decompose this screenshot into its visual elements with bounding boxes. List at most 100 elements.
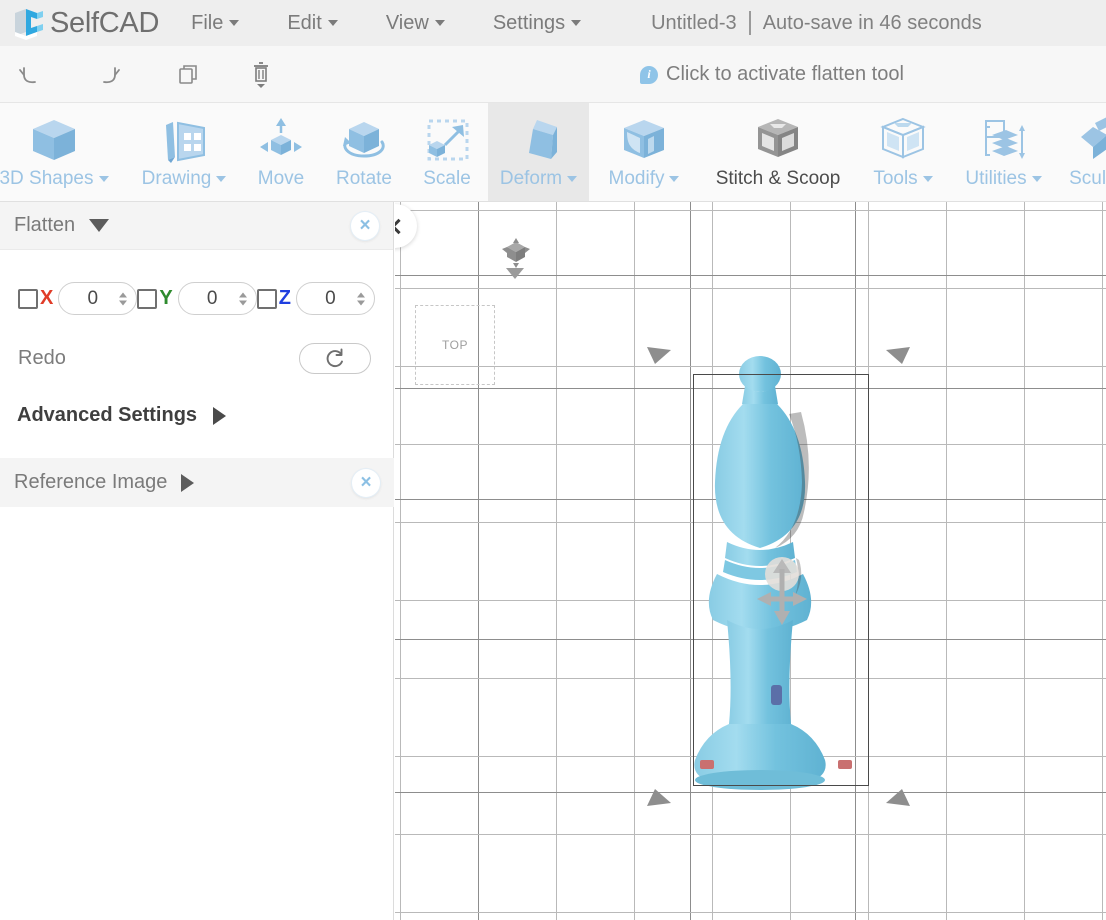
axis-group-z: Z 0 <box>256 282 375 315</box>
move-icon <box>255 112 307 168</box>
rotate-icon <box>338 112 390 168</box>
utilities-icon <box>978 112 1030 168</box>
menu-edit[interactable]: Edit <box>277 12 347 35</box>
stepper-up-icon[interactable] <box>119 292 128 297</box>
ribbon-tab-deform[interactable]: Deform <box>488 103 589 201</box>
ribbon-tab-move[interactable]: Move <box>243 103 319 201</box>
triangle-right-icon[interactable] <box>181 473 195 492</box>
quick-action-toolbar: i Click to activate flatten tool <box>0 46 1106 103</box>
triangle-down-icon[interactable] <box>89 219 110 232</box>
flatten-close-button[interactable]: × <box>351 211 379 240</box>
scale-handle-depth[interactable] <box>771 685 782 705</box>
rotate-handle-bottom-right[interactable] <box>882 785 916 811</box>
scale-handle-left[interactable] <box>700 760 714 769</box>
ribbon-tab-drawing[interactable]: Drawing <box>125 103 243 201</box>
menu-settings[interactable]: Settings <box>483 12 591 35</box>
ribbon-tab-scale[interactable]: Scale <box>408 103 486 201</box>
axis-z-stepper[interactable] <box>356 292 365 305</box>
copy-button[interactable] <box>163 56 215 94</box>
axis-group-y: Y 0 <box>137 282 257 315</box>
stepper-up-icon[interactable] <box>356 292 365 297</box>
delete-button[interactable] <box>235 56 287 94</box>
rotate-handle-top-right[interactable] <box>882 342 916 368</box>
chevron-down-icon <box>98 176 109 182</box>
ribbon-tab-rotate-label: Rotate <box>336 168 392 189</box>
brand-name: SelfCAD <box>50 6 160 39</box>
close-icon: × <box>360 472 372 493</box>
chevron-down-icon <box>571 20 582 26</box>
flatten-axis-row: X 0 Y 0 Z 0 <box>0 250 393 315</box>
ribbon-tab-sculpt-label: Sculpt <box>1069 168 1106 189</box>
menu-view[interactable]: View <box>376 12 455 35</box>
stitch-icon <box>752 112 804 168</box>
selfcad-application: SelfCAD File Edit View Settings Untitled… <box>0 0 1106 920</box>
ribbon-tab-scale-label: Scale <box>423 168 471 189</box>
axis-x-label: X <box>40 287 54 309</box>
stepper-down-icon[interactable] <box>356 300 365 305</box>
ribbon-tab-sculpt[interactable]: Sculpt <box>1058 103 1106 201</box>
redo-button[interactable] <box>83 56 135 94</box>
ribbon-tab-move-label: Move <box>257 168 305 189</box>
ribbon-tab-utilities-label: Utilities <box>965 168 1042 190</box>
autosave-status: Auto-save in 46 seconds <box>762 11 982 34</box>
ribbon-tab-modify-label: Modify <box>609 168 680 190</box>
reference-image-title: Reference Image <box>14 471 168 493</box>
axis-z-input[interactable]: 0 <box>295 282 375 315</box>
chevron-down-icon <box>922 176 933 182</box>
axis-x-checkbox[interactable] <box>18 288 38 309</box>
redo-icon <box>103 67 120 84</box>
ribbon-tab-3d-shapes[interactable]: 3D Shapes <box>0 103 118 201</box>
axis-y-checkbox[interactable] <box>137 288 158 309</box>
deform-icon <box>513 112 565 168</box>
stepper-down-icon[interactable] <box>238 300 247 305</box>
axis-x-stepper[interactable] <box>119 292 128 305</box>
menu-file-label: File <box>191 11 224 34</box>
title-divider <box>748 11 751 35</box>
refresh-icon <box>326 348 343 367</box>
axis-y-input[interactable]: 0 <box>177 282 257 315</box>
ribbon-tab-stitch-scoop[interactable]: Stitch & Scoop <box>700 103 856 201</box>
close-icon: × <box>359 215 371 236</box>
ribbon-toolbar: 3D Shapes Drawing Move Rotate Scale Defo… <box>0 103 1106 202</box>
ribbon-tab-tools-label: Tools <box>873 168 933 190</box>
scale-icon <box>421 112 473 168</box>
stepper-down-icon[interactable] <box>119 300 128 305</box>
flatten-panel-header[interactable]: Flatten × <box>0 202 393 250</box>
chevron-down-icon <box>669 176 680 182</box>
brand-logo[interactable]: SelfCAD <box>0 6 159 40</box>
chevron-down-icon <box>567 176 578 182</box>
axis-x-input[interactable]: 0 <box>58 282 138 315</box>
redo-action-button[interactable] <box>299 343 371 374</box>
document-title: Untitled-3 <box>651 11 737 34</box>
top-view-plane[interactable]: TOP <box>415 305 495 385</box>
selfcad-logo-icon <box>12 6 46 40</box>
ribbon-tab-stitch-scoop-label: Stitch & Scoop <box>715 168 841 189</box>
advanced-settings-label: Advanced Settings <box>17 404 198 426</box>
advanced-settings-toggle[interactable]: Advanced Settings <box>0 374 393 427</box>
reference-image-close-button[interactable]: × <box>352 468 380 497</box>
triangle-right-icon <box>213 406 227 425</box>
axis-z-checkbox[interactable] <box>256 288 277 309</box>
undo-button[interactable] <box>4 56 56 94</box>
axis-y-label: Y <box>159 287 173 309</box>
3d-viewport[interactable]: TOP <box>395 202 1106 920</box>
trash-icon <box>254 62 268 88</box>
rotate-handle-bottom-left[interactable] <box>641 785 675 811</box>
tool-hint-text: Click to activate flatten tool <box>666 63 904 85</box>
ribbon-tab-rotate[interactable]: Rotate <box>322 103 406 201</box>
ribbon-tab-modify[interactable]: Modify <box>592 103 696 201</box>
selection-bounding-box <box>693 374 869 786</box>
axis-z-label: Z <box>278 287 291 309</box>
reference-image-panel-header[interactable]: Reference Image × <box>0 458 394 507</box>
info-icon: i <box>640 65 658 84</box>
axis-y-stepper[interactable] <box>238 292 247 305</box>
stepper-up-icon[interactable] <box>238 292 247 297</box>
ribbon-tab-3d-shapes-label: 3D Shapes <box>0 168 109 190</box>
menu-file[interactable]: File <box>181 12 249 35</box>
view-cube-dropdown-icon[interactable] <box>506 268 524 279</box>
rotate-handle-top-left[interactable] <box>641 342 675 368</box>
ribbon-tab-utilities[interactable]: Utilities <box>950 103 1057 201</box>
scale-handle-right[interactable] <box>838 760 852 769</box>
ribbon-tab-tools[interactable]: Tools <box>858 103 948 201</box>
ribbon-tab-deform-label: Deform <box>500 168 578 190</box>
